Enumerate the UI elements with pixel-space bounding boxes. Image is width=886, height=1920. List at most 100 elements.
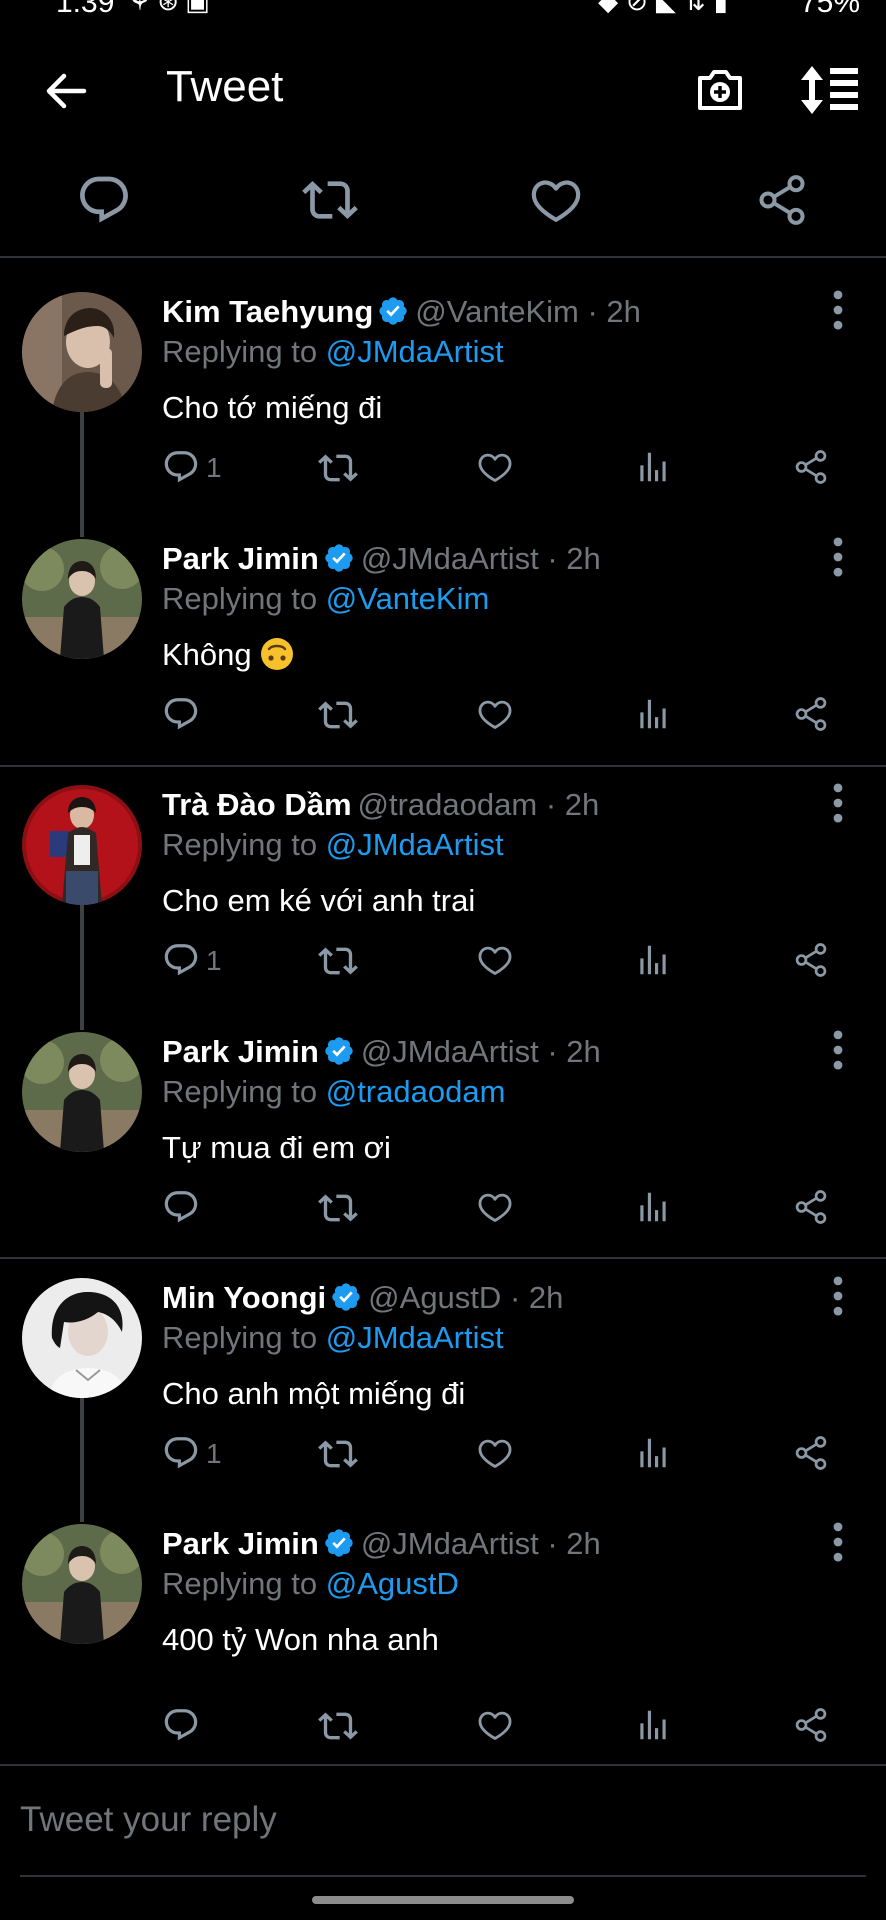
retweet-icon[interactable] — [302, 172, 358, 228]
author-line: Park Jimin @JMdaArtist · 2h — [162, 541, 601, 577]
views-icon[interactable] — [634, 448, 674, 492]
reply-tweet[interactable]: Park Jimin @JMdaArtist · 2h Replying to @… — [0, 1508, 886, 1760]
avatar[interactable] — [22, 785, 142, 905]
author-name[interactable]: Kim Taehyung — [162, 294, 373, 329]
retweet-icon[interactable] — [318, 941, 362, 985]
reply-tweet[interactable]: Kim Taehyung @VanteKim · 2h Replying to @… — [0, 276, 886, 523]
replying-to-line: Replying to @tradaodam — [162, 1074, 505, 1110]
author-handle: @AgustD — [368, 1280, 502, 1315]
reply-tweet[interactable]: Park Jimin @JMdaArtist · 2h Replying to @… — [0, 523, 886, 770]
views-icon[interactable] — [634, 695, 674, 739]
replying-to-handle[interactable]: @JMdaArtist — [326, 827, 504, 862]
retweet-icon[interactable] — [318, 1706, 362, 1750]
share-icon[interactable] — [792, 941, 832, 985]
reply-icon[interactable] — [76, 172, 132, 228]
author-line: Min Yoongi @AgustD · 2h — [162, 1280, 563, 1316]
avatar[interactable] — [22, 1524, 142, 1644]
reply-icon[interactable]: 1 — [162, 1434, 232, 1478]
divider — [0, 1257, 886, 1259]
author-line: Park Jimin @JMdaArtist · 2h — [162, 1526, 601, 1562]
reply-icon[interactable]: 1 — [162, 941, 232, 985]
views-icon[interactable] — [634, 941, 674, 985]
top-app-bar: Tweet — [0, 40, 886, 140]
retweet-icon[interactable] — [318, 1188, 362, 1232]
replying-label: Replying to — [162, 827, 318, 862]
replying-to-handle[interactable]: @JMdaArtist — [326, 334, 504, 369]
author-name[interactable]: Park Jimin — [162, 541, 319, 576]
reply-input-underline — [20, 1875, 866, 1877]
like-icon[interactable] — [476, 1434, 516, 1478]
reply-tweet[interactable]: Park Jimin @JMdaArtist · 2h Replying to @… — [0, 1016, 886, 1263]
tweet-time: · 2h — [587, 294, 641, 329]
share-icon[interactable] — [792, 1434, 832, 1478]
replying-to-line: Replying to @JMdaArtist — [162, 1320, 504, 1356]
tweet-actions — [0, 695, 886, 745]
like-icon[interactable] — [476, 448, 516, 492]
tweet-actions: 1 — [0, 1434, 886, 1484]
share-icon[interactable] — [754, 172, 810, 228]
replying-to-handle[interactable]: @tradaodam — [326, 1074, 506, 1109]
replying-to-handle[interactable]: @VanteKim — [326, 581, 490, 616]
tweet-time: · 2h — [547, 541, 601, 576]
back-arrow-icon[interactable] — [40, 66, 90, 116]
author-name[interactable]: Min Yoongi — [162, 1280, 326, 1315]
like-icon[interactable] — [476, 695, 516, 739]
reply-count: 1 — [206, 1438, 222, 1469]
views-icon[interactable] — [634, 1188, 674, 1232]
reply-icon[interactable]: 1 — [162, 448, 232, 492]
status-time: 1:39 — [56, 0, 115, 19]
like-icon[interactable] — [476, 1706, 516, 1750]
avatar[interactable] — [22, 539, 142, 659]
tweet-time: · 2h — [545, 787, 600, 822]
reply-icon[interactable] — [162, 1188, 232, 1232]
retweet-icon[interactable] — [318, 1434, 362, 1478]
views-icon[interactable] — [634, 1434, 674, 1478]
avatar[interactable] — [22, 292, 142, 412]
reply-tweet[interactable]: Trà Đào Dầm @tradaodam · 2h Replying to @… — [0, 769, 886, 1016]
reply-icon[interactable] — [162, 1706, 232, 1750]
retweet-icon[interactable] — [318, 448, 362, 492]
reply-tweet[interactable]: Min Yoongi @AgustD · 2h Replying to @JMda… — [0, 1262, 886, 1509]
tweet-time: · 2h — [547, 1034, 601, 1069]
like-icon[interactable] — [476, 1188, 516, 1232]
avatar[interactable] — [22, 1278, 142, 1398]
replying-to-line: Replying to @JMdaArtist — [162, 827, 504, 863]
tweet-text: Tự mua đi em ơi — [162, 1130, 391, 1165]
like-icon[interactable] — [528, 172, 584, 228]
tweet-text: Không — [162, 637, 252, 672]
author-name[interactable]: Park Jimin — [162, 1034, 319, 1069]
replying-label: Replying to — [162, 1320, 318, 1355]
more-options-icon[interactable] — [820, 288, 856, 332]
views-icon[interactable] — [634, 1706, 674, 1750]
author-line: Park Jimin @JMdaArtist · 2h — [162, 1034, 601, 1070]
share-icon[interactable] — [792, 1706, 832, 1750]
tweet-text: Cho anh một miếng đi — [162, 1376, 466, 1411]
share-icon[interactable] — [792, 1188, 832, 1232]
author-name[interactable]: Park Jimin — [162, 1526, 319, 1561]
share-icon[interactable] — [792, 448, 832, 492]
home-indicator[interactable] — [312, 1896, 574, 1904]
more-options-icon[interactable] — [820, 1520, 856, 1564]
camera-add-icon[interactable] — [692, 62, 748, 118]
replying-to-handle[interactable]: @JMdaArtist — [326, 1320, 504, 1355]
replying-to-handle[interactable]: @AgustD — [326, 1566, 459, 1601]
author-name[interactable]: Trà Đào Dầm — [162, 787, 352, 822]
like-icon[interactable] — [476, 941, 516, 985]
sort-replies-icon[interactable] — [798, 62, 860, 118]
share-icon[interactable] — [792, 695, 832, 739]
more-options-icon[interactable] — [820, 781, 856, 825]
tweet-text-container: Không — [162, 637, 294, 673]
upside-down-face-emoji-icon — [260, 638, 293, 670]
more-options-icon[interactable] — [820, 535, 856, 579]
avatar[interactable] — [22, 1032, 142, 1152]
battery-level: 75% — [799, 0, 860, 19]
reply-input[interactable] — [20, 1795, 860, 1845]
tweet-text: 400 tỷ Won nha anh — [162, 1622, 439, 1657]
more-options-icon[interactable] — [820, 1028, 856, 1072]
more-options-icon[interactable] — [820, 1274, 856, 1318]
retweet-icon[interactable] — [318, 695, 362, 739]
reply-count: 1 — [206, 945, 222, 976]
author-handle: @VanteKim — [415, 294, 579, 329]
reply-icon[interactable] — [162, 695, 232, 739]
system-icons: ◆⊘◣⇅▮ — [598, 0, 736, 16]
